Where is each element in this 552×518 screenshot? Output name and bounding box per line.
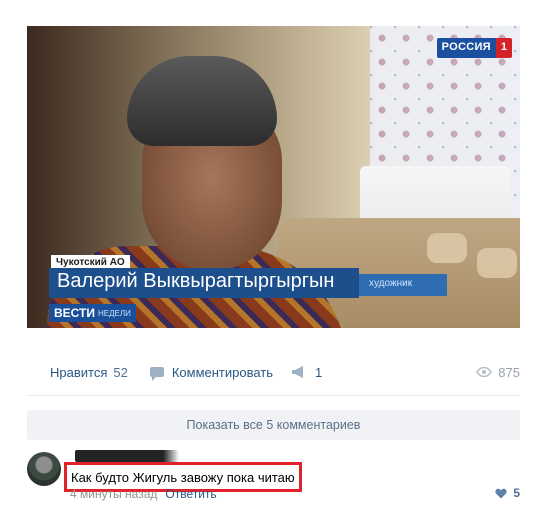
channel-logo: РОССИЯ 1 <box>436 38 512 58</box>
comment-time[interactable]: 4 минуты назад <box>70 487 157 501</box>
divider <box>27 395 520 396</box>
like-button[interactable]: Нравится 52 <box>50 365 128 380</box>
chyron-name-bar: Валерий Выквырагтыргыргын <box>49 268 359 298</box>
chyron-person-name: Валерий Выквырагтыргыргын <box>57 270 335 292</box>
like-count: 52 <box>113 364 128 380</box>
post-video[interactable]: РОССИЯ 1 Чукотский АО Валерий Выквырагты… <box>27 26 520 328</box>
channel-logo-name: РОССИЯ <box>436 38 496 58</box>
post-actions-bar: Нравится 52 Комментировать 1 875 <box>50 362 520 382</box>
show-logo-title: ВЕСТИ <box>54 306 95 320</box>
heart-icon <box>495 488 507 499</box>
like-label: Нравится <box>50 364 108 380</box>
views-counter: 875 <box>476 365 520 380</box>
avatar[interactable] <box>27 452 61 486</box>
chyron-person-role: художник <box>369 278 413 289</box>
share-count: 1 <box>315 364 323 380</box>
comment: Как будто Жигуль завожу пока читаю 4 мин… <box>27 450 520 512</box>
reply-link[interactable]: Ответить <box>165 487 216 501</box>
show-logo-subtitle: НЕДЕЛИ <box>98 308 131 318</box>
person-hair <box>127 56 277 146</box>
eye-icon <box>476 367 493 377</box>
comment-like-count: 5 <box>513 486 520 500</box>
views-count: 875 <box>498 364 520 380</box>
comment-icon <box>149 367 164 381</box>
channel-logo-number: 1 <box>495 38 512 58</box>
megaphone-icon <box>291 366 307 378</box>
chyron-role-bar: художник <box>359 274 447 296</box>
share-button[interactable]: 1 <box>291 365 322 380</box>
comment-label: Комментировать <box>171 364 274 380</box>
figurine <box>427 233 467 263</box>
author-name-redacted <box>75 450 179 462</box>
show-all-comments-button[interactable]: Показать все 5 комментариев <box>27 410 520 440</box>
show-logo: ВЕСТИ НЕДЕЛИ <box>49 304 136 322</box>
figurine <box>477 248 517 278</box>
comment-like-button[interactable]: 5 <box>495 486 520 500</box>
comment-text: Как будто Жигуль завожу пока читаю <box>71 469 295 485</box>
comment-meta: 4 минуты назад Ответить <box>70 487 217 501</box>
comment-button[interactable]: Комментировать <box>149 364 274 381</box>
news-chyron: Чукотский АО Валерий Выквырагтыргыргын х… <box>49 252 447 298</box>
